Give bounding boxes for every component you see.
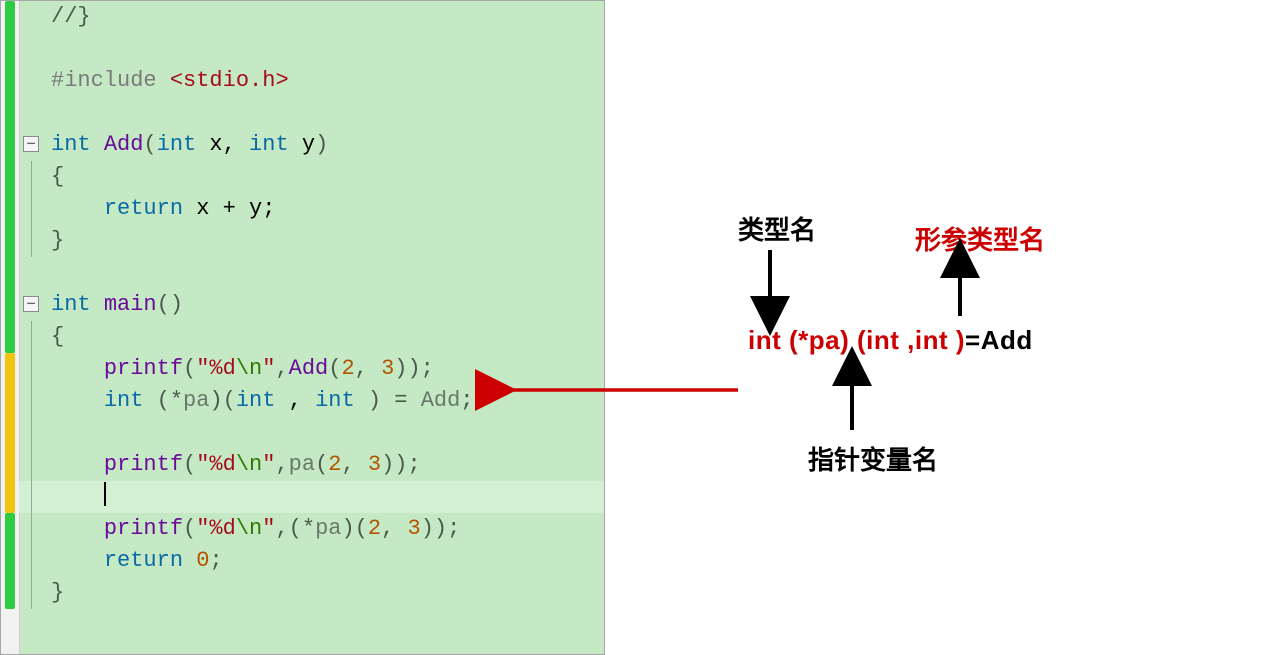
gutter-change-mark (5, 513, 15, 609)
code-line[interactable]: //} (19, 1, 604, 33)
gutter (1, 1, 20, 654)
gutter-change-mark (5, 353, 15, 513)
expr-return-type: int (748, 325, 789, 355)
annotation-panel: 类型名 形参类型名 int (*pa) (int ,int )=Add 指针变量… (620, 0, 1260, 655)
code-line[interactable] (19, 481, 604, 513)
code-line[interactable] (19, 33, 604, 65)
fold-toggle-icon[interactable]: − (23, 136, 39, 152)
expr-argtypes: (int ,int ) (857, 325, 965, 355)
expr-pointer: (*pa) (789, 325, 857, 355)
code-line[interactable] (19, 257, 604, 289)
code-area[interactable]: //} #include <stdio.h> −int Add(int x, int… (19, 1, 604, 654)
code-line[interactable]: −int main() (19, 289, 604, 321)
code-line[interactable]: printf("%d\n",Add(2, 3)); (19, 353, 604, 385)
code-line[interactable]: printf("%d\n",pa(2, 3)); (19, 449, 604, 481)
code-line[interactable]: { (19, 321, 604, 353)
code-line[interactable]: printf("%d\n",(*pa)(2, 3)); (19, 513, 604, 545)
code-line[interactable]: { (19, 161, 604, 193)
code-line[interactable] (19, 417, 604, 449)
expr-assign: =Add (965, 325, 1033, 355)
code-line[interactable] (19, 97, 604, 129)
code-line[interactable]: } (19, 225, 604, 257)
code-line[interactable]: return x + y; (19, 193, 604, 225)
label-param-type-name: 形参类型名 (915, 220, 1045, 257)
code-editor: //} #include <stdio.h> −int Add(int x, int… (0, 0, 605, 655)
code-line[interactable]: int (*pa)(int , int ) = Add; (19, 385, 604, 417)
text-cursor (104, 482, 106, 506)
code-line[interactable]: } (19, 577, 604, 609)
code-line[interactable]: return 0; (19, 545, 604, 577)
expr-line: int (*pa) (int ,int )=Add (748, 325, 1033, 356)
label-type-name: 类型名 (738, 210, 816, 247)
label-pointer-var-name: 指针变量名 (808, 440, 938, 477)
gutter-change-mark (5, 1, 15, 353)
code-line[interactable]: #include <stdio.h> (19, 65, 604, 97)
fold-toggle-icon[interactable]: − (23, 296, 39, 312)
code-line[interactable]: −int Add(int x, int y) (19, 129, 604, 161)
